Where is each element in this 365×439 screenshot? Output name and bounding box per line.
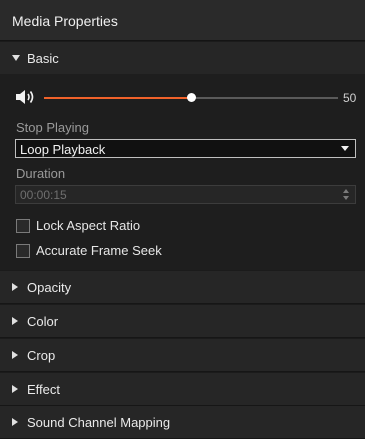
triangle-right-icon xyxy=(12,351,18,359)
checkbox-box[interactable] xyxy=(16,244,30,258)
stop-playing-label: Stop Playing xyxy=(16,120,89,135)
stop-playing-value: Loop Playback xyxy=(20,142,106,157)
section-crop-label: Crop xyxy=(27,348,56,363)
media-properties-panel: Media Properties Basic 50 Stop Playing L… xyxy=(0,0,365,439)
section-effect-header[interactable]: Effect xyxy=(0,373,365,406)
section-crop-header[interactable]: Crop xyxy=(0,339,365,372)
triangle-right-icon xyxy=(12,385,18,393)
section-color-label: Color xyxy=(27,314,59,329)
speaker-icon[interactable] xyxy=(15,88,37,106)
section-sound-channel-label: Sound Channel Mapping xyxy=(27,415,171,430)
section-sound-channel-header[interactable]: Sound Channel Mapping xyxy=(0,406,365,439)
volume-slider-thumb[interactable] xyxy=(187,93,196,102)
triangle-right-icon xyxy=(12,317,18,325)
triangle-down-icon xyxy=(12,55,20,61)
spin-up-icon[interactable] xyxy=(343,189,349,193)
volume-value: 50 xyxy=(343,91,357,105)
spin-down-icon[interactable] xyxy=(343,196,349,200)
chevron-down-icon xyxy=(341,146,349,151)
section-effect-label: Effect xyxy=(27,382,61,397)
section-basic-label: Basic xyxy=(27,51,59,66)
checkbox-box[interactable] xyxy=(16,219,30,233)
volume-slider-fill xyxy=(44,97,191,99)
section-opacity-label: Opacity xyxy=(27,280,72,295)
panel-title: Media Properties xyxy=(12,13,118,29)
stop-playing-select[interactable]: Loop Playback xyxy=(15,139,356,158)
section-opacity-header[interactable]: Opacity xyxy=(0,271,365,304)
accurate-frame-seek-label: Accurate Frame Seek xyxy=(36,243,162,258)
section-color-header[interactable]: Color xyxy=(0,305,365,338)
duration-value: 00:00:15 xyxy=(20,188,67,202)
panel-title-bar: Media Properties xyxy=(0,0,365,41)
duration-field[interactable]: 00:00:15 xyxy=(15,185,356,204)
duration-label: Duration xyxy=(16,166,66,181)
triangle-right-icon xyxy=(12,418,18,426)
section-basic-header[interactable]: Basic xyxy=(0,42,365,75)
lock-aspect-ratio-label: Lock Aspect Ratio xyxy=(36,218,141,233)
triangle-right-icon xyxy=(12,283,18,291)
